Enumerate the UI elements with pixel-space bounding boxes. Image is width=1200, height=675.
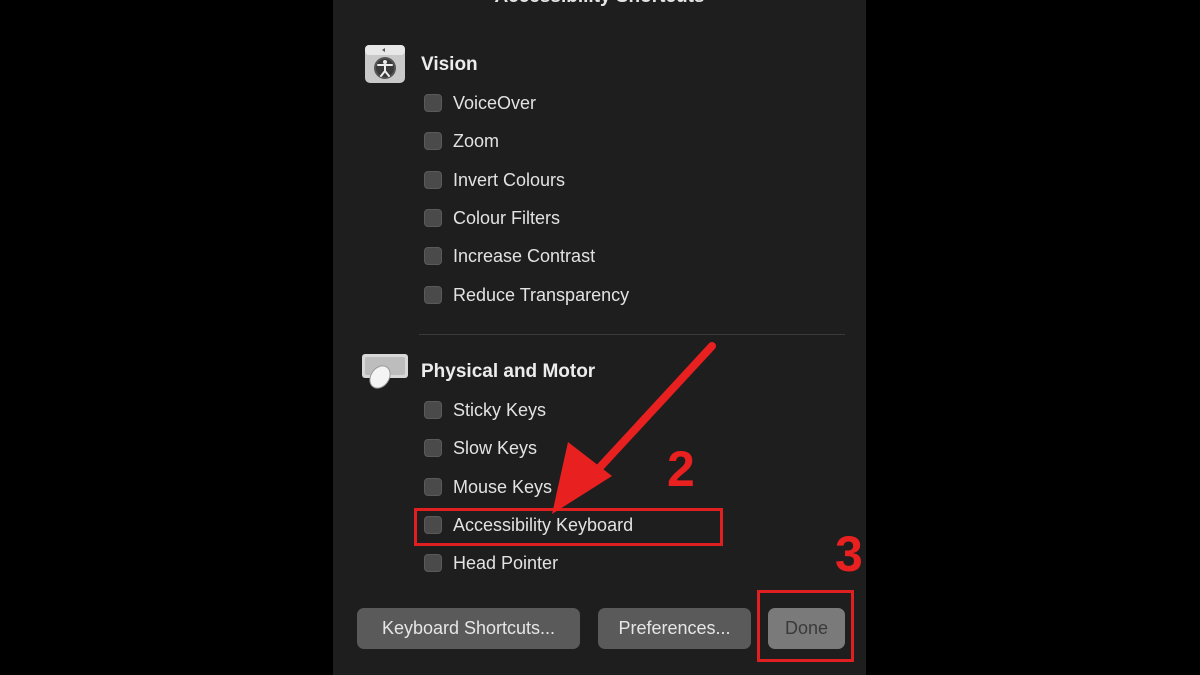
annotation-arrow (552, 342, 716, 514)
